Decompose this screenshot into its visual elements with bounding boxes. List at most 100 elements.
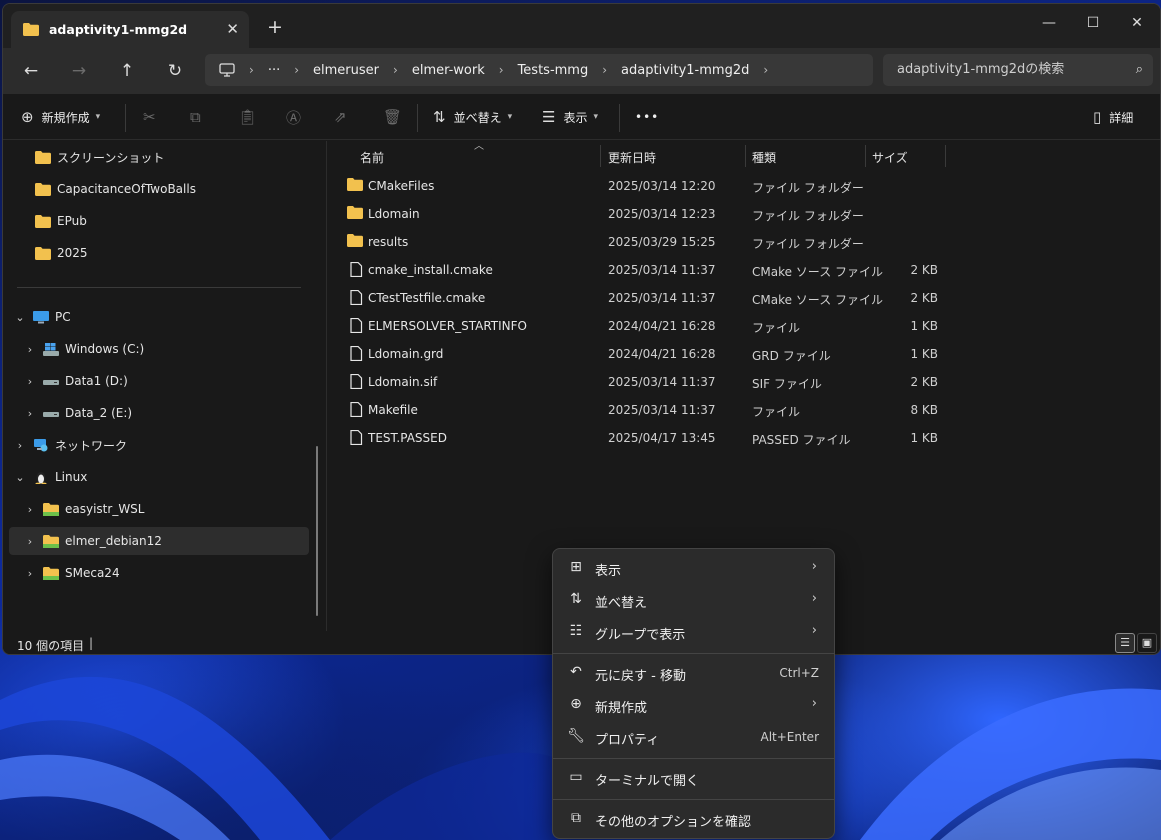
column-header-type[interactable]: 種類 bbox=[752, 149, 776, 166]
linux-folder-icon bbox=[43, 502, 59, 516]
chevron-right-icon[interactable]: › bbox=[21, 343, 39, 356]
details-pane-button[interactable]: ▯ 詳細 bbox=[1093, 106, 1133, 128]
close-button[interactable]: ✕ bbox=[1115, 10, 1159, 36]
tab-adaptivity1-mmg2d[interactable]: adaptivity1-mmg2d ✕ bbox=[11, 11, 249, 48]
file-name: results bbox=[368, 235, 409, 249]
sidebar-item-easyistr-wsl[interactable]: › easyistr_WSL bbox=[21, 495, 145, 523]
sidebar-item-network[interactable]: › ネットワーク bbox=[11, 431, 127, 459]
chevron-down-icon[interactable]: ⌄ bbox=[11, 311, 29, 324]
share-button[interactable]: ⇗ bbox=[334, 106, 355, 128]
chevron-right-icon[interactable]: › bbox=[21, 535, 39, 548]
breadcrumb-elmer-work[interactable]: elmer-work bbox=[412, 63, 485, 78]
tiles-view-icon[interactable]: ▣ bbox=[1137, 633, 1157, 653]
tab-close-icon[interactable]: ✕ bbox=[226, 20, 239, 38]
linux-folder-icon bbox=[43, 534, 59, 548]
sort-ascending-icon: ︿ bbox=[474, 141, 484, 152]
sidebar-item-windows-c[interactable]: › Windows (C:) bbox=[21, 335, 144, 363]
view-button[interactable]: ☰ 表示 ▾ bbox=[542, 106, 598, 128]
undo-icon: ↶ bbox=[570, 664, 582, 680]
column-divider[interactable] bbox=[865, 145, 866, 167]
sidebar-item-linux[interactable]: ⌄ Linux bbox=[11, 463, 87, 491]
sidebar-item-2025[interactable]: 2025 bbox=[35, 239, 88, 267]
more-options-button[interactable]: ••• bbox=[635, 106, 659, 128]
copy-icon: ⧉ bbox=[190, 108, 201, 126]
table-row[interactable]: CTestTestfile.cmake 2025/03/14 11:37 CMa… bbox=[343, 284, 943, 312]
column-header-size[interactable]: サイズ bbox=[872, 149, 908, 166]
chevron-right-icon[interactable]: › bbox=[11, 439, 29, 452]
sidebar-item-data1-d[interactable]: › Data1 (D:) bbox=[21, 367, 128, 395]
menu-item-view[interactable]: ⊞ 表示 › bbox=[557, 553, 831, 583]
toolbar-divider bbox=[417, 104, 418, 132]
maximize-button[interactable]: ☐ bbox=[1071, 10, 1115, 36]
chevron-right-icon[interactable]: › bbox=[21, 407, 39, 420]
breadcrumb-dropdown-icon[interactable]: › bbox=[763, 63, 768, 77]
sort-button[interactable]: ⇅ 並べ替え ▾ bbox=[433, 106, 512, 128]
sidebar-item-capacitance[interactable]: CapacitanceOfTwoBalls bbox=[35, 175, 196, 203]
menu-item-more-options[interactable]: ⧉ その他のオプションを確認 bbox=[557, 804, 831, 834]
forward-button[interactable]: → bbox=[65, 58, 93, 84]
search-placeholder: adaptivity1-mmg2dの検索 bbox=[897, 62, 1065, 77]
search-input[interactable]: adaptivity1-mmg2dの検索 ⌕ bbox=[883, 54, 1153, 86]
menu-item-terminal[interactable]: ▭ ターミナルで開く bbox=[557, 763, 831, 793]
sidebar-item-label: SMeca24 bbox=[65, 566, 120, 580]
sidebar-item-epub[interactable]: EPub bbox=[35, 207, 87, 235]
rename-button[interactable]: Ⓐ bbox=[286, 106, 309, 128]
sidebar-item-label: スクリーンショット bbox=[57, 150, 165, 165]
table-row[interactable]: ELMERSOLVER_STARTINFO 2024/04/21 16:28 フ… bbox=[343, 312, 943, 340]
menu-separator bbox=[553, 758, 834, 759]
menu-item-new[interactable]: ⊕ 新規作成 › bbox=[557, 690, 831, 720]
breadcrumb-separator-icon: › bbox=[294, 63, 300, 77]
delete-button[interactable]: 🗑︎ bbox=[383, 106, 410, 128]
chevron-right-icon[interactable]: › bbox=[21, 375, 39, 388]
refresh-button[interactable]: ↻ bbox=[161, 58, 189, 84]
column-header-date[interactable]: 更新日時 bbox=[608, 149, 656, 166]
table-row[interactable]: CMakeFiles 2025/03/14 12:20 ファイル フォルダー bbox=[343, 172, 943, 200]
chevron-right-icon[interactable]: › bbox=[21, 567, 39, 580]
column-divider[interactable] bbox=[600, 145, 601, 167]
table-row[interactable]: Ldomain 2025/03/14 12:23 ファイル フォルダー bbox=[343, 200, 943, 228]
column-header-name[interactable]: 名前 bbox=[360, 149, 384, 166]
up-button[interactable]: ↑ bbox=[113, 58, 141, 84]
details-view-icon[interactable]: ☰ bbox=[1115, 633, 1135, 653]
table-row[interactable]: results 2025/03/29 15:25 ファイル フォルダー bbox=[343, 228, 943, 256]
table-row[interactable]: Ldomain.sif 2025/03/14 11:37 SIF ファイル 2 … bbox=[343, 368, 943, 396]
file-type: PASSED ファイル bbox=[752, 433, 851, 447]
folder-icon bbox=[347, 178, 363, 191]
menu-item-undo[interactable]: ↶ 元に戻す - 移動 Ctrl+Z bbox=[557, 658, 831, 688]
menu-item-group[interactable]: ☷ グループで表示 › bbox=[557, 617, 831, 647]
breadcrumb-more[interactable]: ··· bbox=[268, 63, 280, 78]
breadcrumb-tests-mmg[interactable]: Tests-mmg bbox=[518, 63, 589, 78]
menu-item-label: その他のオプションを確認 bbox=[595, 815, 752, 830]
cut-button[interactable]: ✂ bbox=[143, 106, 164, 128]
menu-item-sort[interactable]: ⇅ 並べ替え › bbox=[557, 585, 831, 615]
column-divider[interactable] bbox=[745, 145, 746, 167]
column-divider[interactable] bbox=[945, 145, 946, 167]
external-open-icon: ⧉ bbox=[571, 810, 581, 826]
sidebar-item-smeca24[interactable]: › SMeca24 bbox=[21, 559, 120, 587]
file-name: CMakeFiles bbox=[368, 179, 435, 193]
copy-button[interactable]: ⧉ bbox=[190, 106, 209, 128]
chevron-right-icon[interactable]: › bbox=[21, 503, 39, 516]
paste-button[interactable]: 📋︎ bbox=[238, 106, 265, 128]
sidebar-item-data2-e[interactable]: › Data_2 (E:) bbox=[21, 399, 132, 427]
sidebar-scrollbar[interactable] bbox=[316, 446, 318, 616]
menu-item-properties[interactable]: 🔧︎ プロパティ Alt+Enter bbox=[557, 722, 831, 752]
pane-divider[interactable] bbox=[326, 141, 327, 631]
new-button[interactable]: ⊕ 新規作成 ▾ bbox=[21, 106, 100, 128]
file-size: 2 KB bbox=[910, 291, 938, 305]
new-tab-button[interactable]: + bbox=[267, 16, 283, 38]
chevron-down-icon[interactable]: ⌄ bbox=[11, 471, 29, 484]
table-row[interactable]: Makefile 2025/03/14 11:37 ファイル 8 KB bbox=[343, 396, 943, 424]
back-button[interactable]: ← bbox=[17, 58, 45, 84]
minimize-button[interactable]: — bbox=[1027, 10, 1071, 36]
chevron-down-icon: ▾ bbox=[95, 112, 101, 122]
sidebar-item-pc[interactable]: ⌄ PC bbox=[11, 303, 70, 331]
breadcrumb-adaptivity1-mmg2d[interactable]: adaptivity1-mmg2d bbox=[621, 63, 749, 78]
address-bar[interactable]: › ··· › elmeruser › elmer-work › Tests-m… bbox=[205, 54, 873, 86]
sidebar-item-screenshots[interactable]: スクリーンショット bbox=[35, 143, 164, 171]
table-row[interactable]: Ldomain.grd 2024/04/21 16:28 GRD ファイル 1 … bbox=[343, 340, 943, 368]
sidebar-item-elmer-debian12[interactable]: › elmer_debian12 bbox=[9, 527, 309, 555]
table-row[interactable]: cmake_install.cmake 2025/03/14 11:37 CMa… bbox=[343, 256, 943, 284]
table-row[interactable]: TEST.PASSED 2025/04/17 13:45 PASSED ファイル… bbox=[343, 424, 943, 452]
breadcrumb-elmeruser[interactable]: elmeruser bbox=[313, 63, 379, 78]
